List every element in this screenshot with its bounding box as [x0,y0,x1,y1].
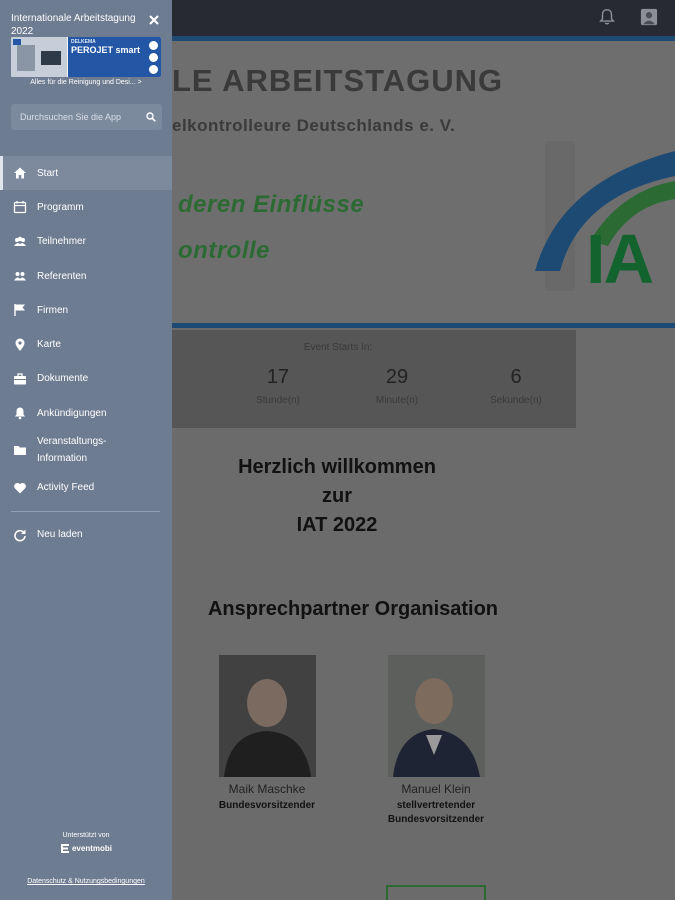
ad-feature-icon [149,41,158,50]
menu-item-firmen[interactable]: Firmen [0,293,172,327]
home-icon [14,167,26,179]
menu-item-veranstaltungs-information[interactable]: Veranstaltungs-Information [0,430,172,470]
menu-item-reload[interactable]: Neu laden [0,518,172,552]
menu-divider [11,510,160,512]
folder-icon [14,446,26,456]
countdown-value: 29 [385,366,409,388]
close-icon[interactable] [148,14,160,26]
banner-slogan-line2: ontrolle [178,237,270,264]
privacy-link[interactable]: Datenschutz & Nutzungsbedingungen [0,878,172,885]
menu-item-start[interactable]: Start [0,156,172,191]
menu-item-activity-feed[interactable]: Activity Feed [0,470,172,504]
menu-item-referenten[interactable]: Referenten [0,259,172,293]
search-box [11,104,162,130]
contact-role-line: Bundesvorsitzender [387,814,485,825]
contacts-title: Ansprechpartner Organisation [207,598,499,620]
menu-item-label: Start [37,167,59,179]
menu-item-label: Programm [37,201,84,213]
welcome-line: zur [322,485,352,507]
ad-image [11,37,67,77]
menu-item-label: Firmen [37,304,69,316]
banner-subtitle: elkontrolleure Deutschlands e. V. [172,116,456,135]
menu-item-karte[interactable]: Karte [0,327,172,361]
contact-role: stellvertretender Bundesvorsitzender [361,799,511,827]
countdown-value: 17 [266,366,290,388]
menu-item-label: Referenten [37,270,87,282]
powered-by: Unterstützt von eventmobi [0,832,172,859]
countdown-value: 6 [510,366,522,388]
countdown-unit: Stunde(n) [256,395,300,406]
menu-item-label: Activity Feed [37,482,95,494]
bell-icon [15,407,25,420]
contact-name: Manuel Klein [401,782,471,796]
eventmobi-logo: eventmobi [60,843,112,854]
eventmobi-logo-icon [60,844,69,853]
powered-by-label: Unterstützt von [62,832,110,839]
partner-logo [386,885,486,900]
ad-product: PEROJET smart [71,45,141,55]
menu-item-label: Neu laden [37,529,83,541]
banner-slogan-line1: deren Einflüsse [178,191,365,218]
ad-feature-icons [149,41,158,77]
menu-item-label: Veranstaltungs-Information [37,436,107,465]
ad-caption-link[interactable]: Alles für die Reinigung und Desi... > [11,79,161,86]
map-pin-icon [15,338,25,351]
briefcase-icon [14,373,26,385]
countdown-cell-minutes: 29 Minute(n) [347,366,447,406]
iat-logo-text: IA [586,220,654,298]
people-icon [14,236,26,246]
welcome-text: Herzlich willkommen zur IAT 2022 [172,453,502,540]
contact-name: Maik Maschke [228,782,306,796]
menu-item-ankuendigungen[interactable]: Ankündigungen [0,396,172,430]
app-title: Internationale Arbeitstagung 2022 [11,13,136,37]
calendar-icon [13,201,27,214]
avatar [387,655,485,777]
speakers-icon [14,272,26,281]
banner-title: LE ARBEITSTAGUNG [172,63,504,98]
drawer-header: Internationale Arbeitstagung 2022 DELKEM… [0,0,172,95]
reload-icon [14,529,26,542]
drawer-menu: Start Programm Teilnehmer Referenten Fir… [0,156,172,552]
sponsor-ad-banner[interactable]: DELKEMA PEROJET smart [11,37,161,77]
menu-item-label: Teilnehmer [37,236,86,248]
eventmobi-logo-text: eventmobi [71,844,112,853]
welcome-line: Herzlich willkommen [238,456,436,478]
bell-icon[interactable] [598,8,616,26]
user-icon[interactable] [640,8,658,26]
menu-item-dokumente[interactable]: Dokumente [0,362,172,396]
search-icon[interactable] [146,112,156,122]
menu-item-programm[interactable]: Programm [0,190,172,224]
menu-item-label: Karte [37,339,61,351]
countdown-cell-seconds: 6 Sekunde(n) [466,366,566,406]
heart-icon [14,482,26,494]
countdown-cell-hours: 17 Stunde(n) [228,366,328,406]
menu-item-label: Ankündigungen [37,407,107,419]
ad-feature-icon [149,65,158,74]
countdown-unit: Minute(n) [375,395,419,406]
contact-card[interactable]: Manuel Klein stellvertretender Bundesvor… [361,655,511,827]
menu-item-label: Dokumente [37,373,89,385]
ad-feature-icon [149,53,158,62]
avatar [218,655,316,777]
contact-role: Bundesvorsitzender [218,800,316,811]
search-input[interactable] [11,104,141,130]
welcome-line: IAT 2022 [296,514,378,536]
contact-role-line: stellvertretender [396,800,476,811]
flag-icon [14,304,25,317]
menu-item-teilnehmer[interactable]: Teilnehmer [0,225,172,259]
countdown-unit: Sekunde(n) [490,395,542,406]
navigation-drawer: Internationale Arbeitstagung 2022 DELKEM… [0,0,172,900]
contact-card[interactable]: Maik Maschke Bundesvorsitzender [192,655,342,813]
